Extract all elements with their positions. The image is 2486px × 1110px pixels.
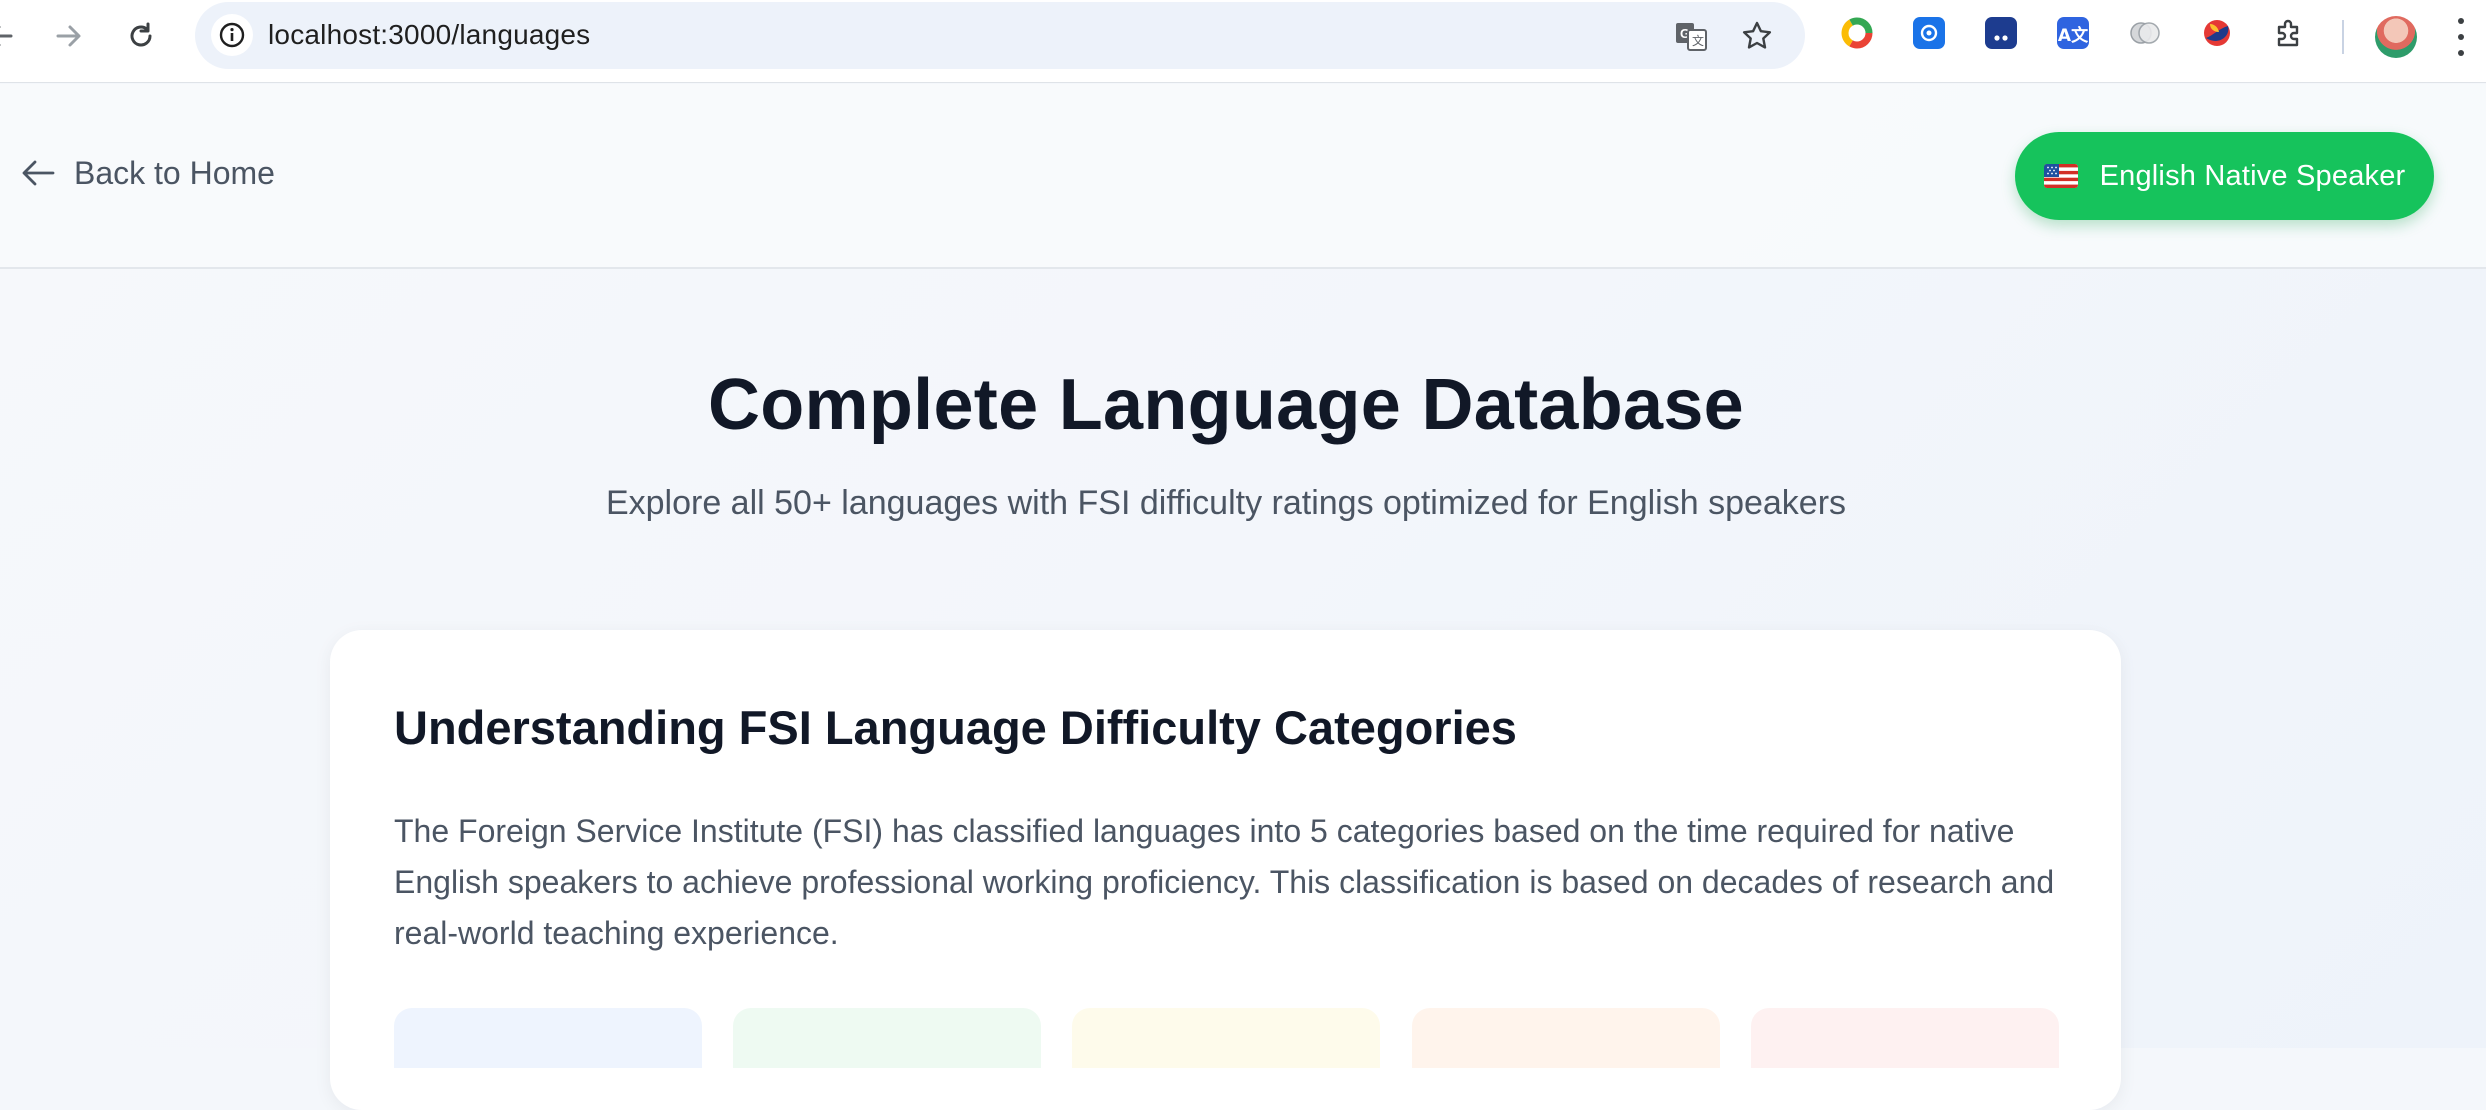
forward-arrow-icon[interactable]	[47, 14, 91, 58]
colorful-ball-extension-icon[interactable]	[2198, 14, 2236, 52]
blue-chat-extension-icon[interactable]	[1910, 14, 1948, 52]
us-flag-icon	[2043, 164, 2078, 188]
site-header: Back to Home English Native Speaker	[0, 84, 2486, 269]
puzzle-extensions-icon[interactable]	[2270, 14, 2308, 52]
reload-icon[interactable]	[119, 14, 163, 58]
bookmark-star-icon[interactable]	[1737, 16, 1777, 56]
dark-bot-extension-icon[interactable]	[1982, 14, 2020, 52]
page-title: Complete Language Database	[707, 365, 1745, 445]
back-arrow-icon[interactable]	[0, 14, 22, 58]
svg-text:文: 文	[1692, 33, 1704, 48]
fsi-card-description: The Foreign Service Institute (FSI) has …	[394, 813, 2055, 951]
arrow-left-icon	[22, 160, 55, 186]
address-bar[interactable]: localhost:3000/languages G文	[195, 2, 1805, 69]
grey-circles-extension-icon[interactable]	[2126, 14, 2164, 52]
profile-avatar[interactable]	[2375, 16, 2417, 58]
toolbar-divider	[2342, 20, 2344, 54]
native-language-button[interactable]: English Native Speaker	[2015, 132, 2434, 220]
fsi-card-title: Understanding FSI Language Difficulty Ca…	[394, 701, 1517, 754]
category-3-tile[interactable]	[1072, 1008, 1380, 1068]
translate-extension-icon[interactable]: A文	[2054, 14, 2092, 52]
category-1-tile[interactable]	[394, 1008, 702, 1068]
browser-toolbar: localhost:3000/languages G文 A文	[0, 0, 2486, 83]
page: Back to Home English Native Speaker Comp…	[0, 84, 2486, 1110]
chrome-ring-extension-icon[interactable]	[1838, 14, 1876, 52]
translate-icon[interactable]: G文	[1671, 16, 1711, 56]
back-to-home-link[interactable]: Back to Home	[20, 152, 275, 194]
site-info-icon[interactable]	[211, 14, 253, 56]
category-5-tile[interactable]	[1751, 1008, 2059, 1068]
page-subtitle: Explore all 50+ languages with FSI diffi…	[605, 484, 1847, 522]
url-text[interactable]: localhost:3000/languages	[268, 19, 590, 51]
more-menu-icon[interactable]	[2456, 18, 2466, 56]
category-2-tile[interactable]	[733, 1008, 1041, 1068]
back-to-home-label: Back to Home	[74, 154, 275, 191]
native-language-label: English Native Speaker	[2099, 159, 2406, 192]
category-4-tile[interactable]	[1412, 1008, 1720, 1068]
